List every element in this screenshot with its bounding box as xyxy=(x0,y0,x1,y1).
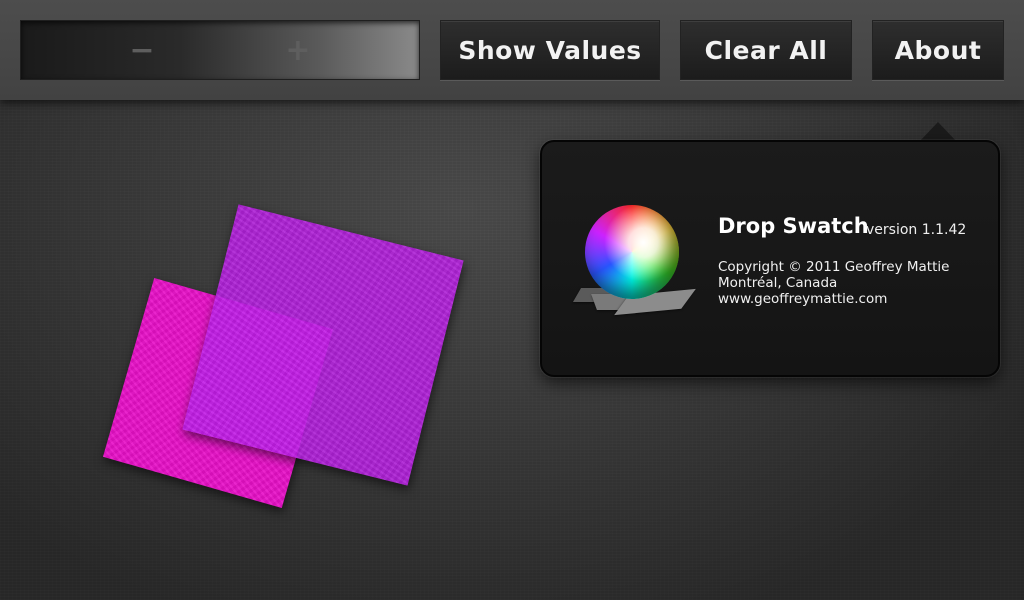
location-text: Montréal, Canada xyxy=(718,275,838,291)
color-sphere-icon xyxy=(572,200,696,320)
color-sphere xyxy=(585,205,679,299)
show-values-button[interactable]: Show Values xyxy=(440,20,660,80)
zoom-control[interactable]: − + xyxy=(20,20,420,80)
zoom-out-button[interactable]: − xyxy=(112,21,172,79)
website-link[interactable]: www.geoffreymattie.com xyxy=(718,291,887,307)
app-version: version 1.1.42 xyxy=(866,222,967,238)
clear-all-button[interactable]: Clear All xyxy=(680,20,852,80)
popup-pointer xyxy=(919,122,957,142)
about-button[interactable]: About xyxy=(872,20,1004,80)
toolbar: − + Show Values Clear All About xyxy=(0,0,1024,100)
zoom-in-button[interactable]: + xyxy=(268,21,328,79)
app-title: Drop Swatch xyxy=(718,214,869,238)
copyright-text: Copyright © 2011 Geoffrey Mattie xyxy=(718,259,950,275)
